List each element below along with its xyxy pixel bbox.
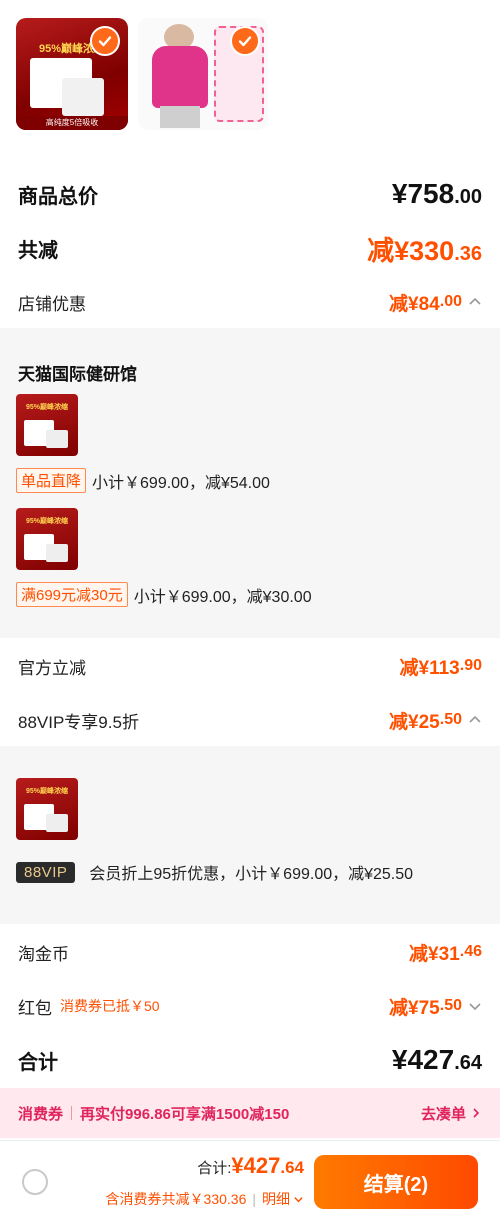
coins-label: 淘金币 [18, 944, 69, 964]
vip-discount-label: 88VIP专享9.5折 [18, 712, 139, 732]
checkout-sum: 合计: ¥427.64 [197, 1153, 304, 1179]
detail-link[interactable]: 明细 [262, 1189, 290, 1209]
shop-discount-detail-panel: 天猫国际健研馆 95%巅峰浓缩 单品直降 小计￥699.00，减¥54.00 9… [0, 328, 500, 638]
promo-divider [71, 1106, 73, 1120]
redpacket-amount: 减¥75.50 [389, 993, 482, 1020]
grand-total-label: 合计 [18, 1051, 58, 1074]
product-thumbnail-band: 高纯度5倍吸收 [16, 116, 128, 130]
product-mini-thumbnail: 95%巅峰浓缩 [16, 508, 78, 570]
chevron-up-icon [469, 715, 481, 723]
divider: | [252, 1191, 256, 1207]
pink-tshirt-image [152, 46, 208, 108]
chevron-up-icon [469, 297, 481, 305]
grand-total-amount: ¥427.64 [391, 1044, 482, 1075]
redpacket-row[interactable]: 红包 消费券已抵￥50 减¥75.50 [0, 986, 500, 1026]
promo-message: 消费券 再实付996.86可享满1500减150 [18, 1103, 289, 1124]
shop-discount-label: 店铺优惠 [18, 294, 86, 314]
official-discount-amount: 减¥113.90 [399, 657, 482, 679]
grand-total-row: 合计 ¥427.64 [0, 1036, 500, 1084]
discount-text: 小计￥699.00，减¥30.00 [133, 588, 312, 606]
vip-discount-detail-panel: 95%巅峰浓缩 88VIP 会员折上95折优惠，小计￥699.00，减¥25.5… [0, 746, 500, 924]
coupon-promo-bar[interactable]: 消费券 再实付996.86可享满1500减150 去凑单 [0, 1088, 500, 1138]
total-reduce-label: 共减 [18, 239, 58, 262]
vip-discount-text: 会员折上95折优惠，小计￥699.00，减¥25.50 [89, 866, 414, 883]
chevron-down-icon [469, 1003, 481, 1011]
shop-name: 天猫国际健研馆 [18, 365, 137, 384]
vip-discount-row[interactable]: 88VIP专享9.5折 减¥25.50 [0, 700, 500, 740]
product-box-image [62, 78, 104, 116]
discount-line: 单品直降 小计￥699.00，减¥54.00 [16, 468, 270, 493]
coins-row: 淘金币 减¥31.46 [0, 932, 500, 972]
goods-total-row: 商品总价 ¥758.00 [0, 172, 500, 216]
redpacket-sub: 消费券已抵￥50 [60, 998, 160, 1014]
redpacket-label: 红包 [18, 998, 52, 1018]
goods-total-amount: ¥758.00 [391, 178, 482, 209]
total-reduce-row: 共减 减¥330.36 [0, 226, 500, 270]
discount-text: 小计￥699.00，减¥54.00 [92, 474, 270, 492]
checkout-button[interactable]: 结算(2) [314, 1155, 478, 1209]
check-icon[interactable] [90, 26, 120, 56]
coins-amount: 减¥31.46 [409, 943, 482, 965]
vip-badge: 88VIP [16, 861, 76, 883]
vip-discount-line: 88VIP 会员折上95折优惠，小计￥699.00，减¥25.50 [16, 860, 413, 884]
checkout-sub-info[interactable]: 含消费券共减￥330.36 | 明细 [106, 1189, 304, 1209]
product-mini-thumbnail: 95%巅峰浓缩 [16, 394, 78, 456]
promo-text: 再实付996.86可享满1500减150 [80, 1105, 290, 1123]
checkout-reduce-text: 含消费券共减￥330.36 [105, 1191, 247, 1207]
chevron-right-icon [473, 1108, 480, 1118]
checkout-bar: 合计: ¥427.64 含消费券共减￥330.36 | 明细 结算(2) [0, 1140, 500, 1221]
goods-total-label: 商品总价 [18, 185, 98, 208]
check-icon[interactable] [230, 26, 260, 56]
official-discount-label: 官方立减 [18, 658, 86, 678]
shop-discount-amount: 减¥84.00 [389, 289, 482, 316]
discount-line: 满699元减30元 小计￥699.00，减¥30.00 [16, 582, 312, 607]
official-discount-row: 官方立减 减¥113.90 [0, 646, 500, 686]
shop-discount-row[interactable]: 店铺优惠 减¥84.00 [0, 282, 500, 322]
vip-discount-amount: 减¥25.50 [389, 707, 482, 734]
checkout-sum-label: 合计: [197, 1160, 232, 1177]
discount-tag: 满699元减30元 [16, 582, 128, 607]
discount-tag: 单品直降 [16, 468, 87, 493]
checkout-sum-amount: ¥427.64 [231, 1153, 304, 1178]
model-legs-image [160, 106, 200, 128]
promo-tag: 消费券 [18, 1105, 64, 1123]
redpacket-label-group: 红包 消费券已抵￥50 [18, 994, 160, 1019]
select-all-radio[interactable] [22, 1169, 48, 1195]
go-add-items-link[interactable]: 去凑单 [421, 1103, 482, 1124]
tshirt-thumbnail[interactable] [138, 18, 268, 130]
selected-items-strip: 95%巅峰浓缩 高纯度5倍吸收 [16, 18, 268, 138]
product-mini-thumbnail: 95%巅峰浓缩 [16, 778, 78, 840]
chevron-down-icon [294, 1196, 303, 1202]
total-reduce-amount: 减¥330.36 [367, 235, 482, 266]
product-thumbnail[interactable]: 95%巅峰浓缩 高纯度5倍吸收 [16, 18, 128, 130]
